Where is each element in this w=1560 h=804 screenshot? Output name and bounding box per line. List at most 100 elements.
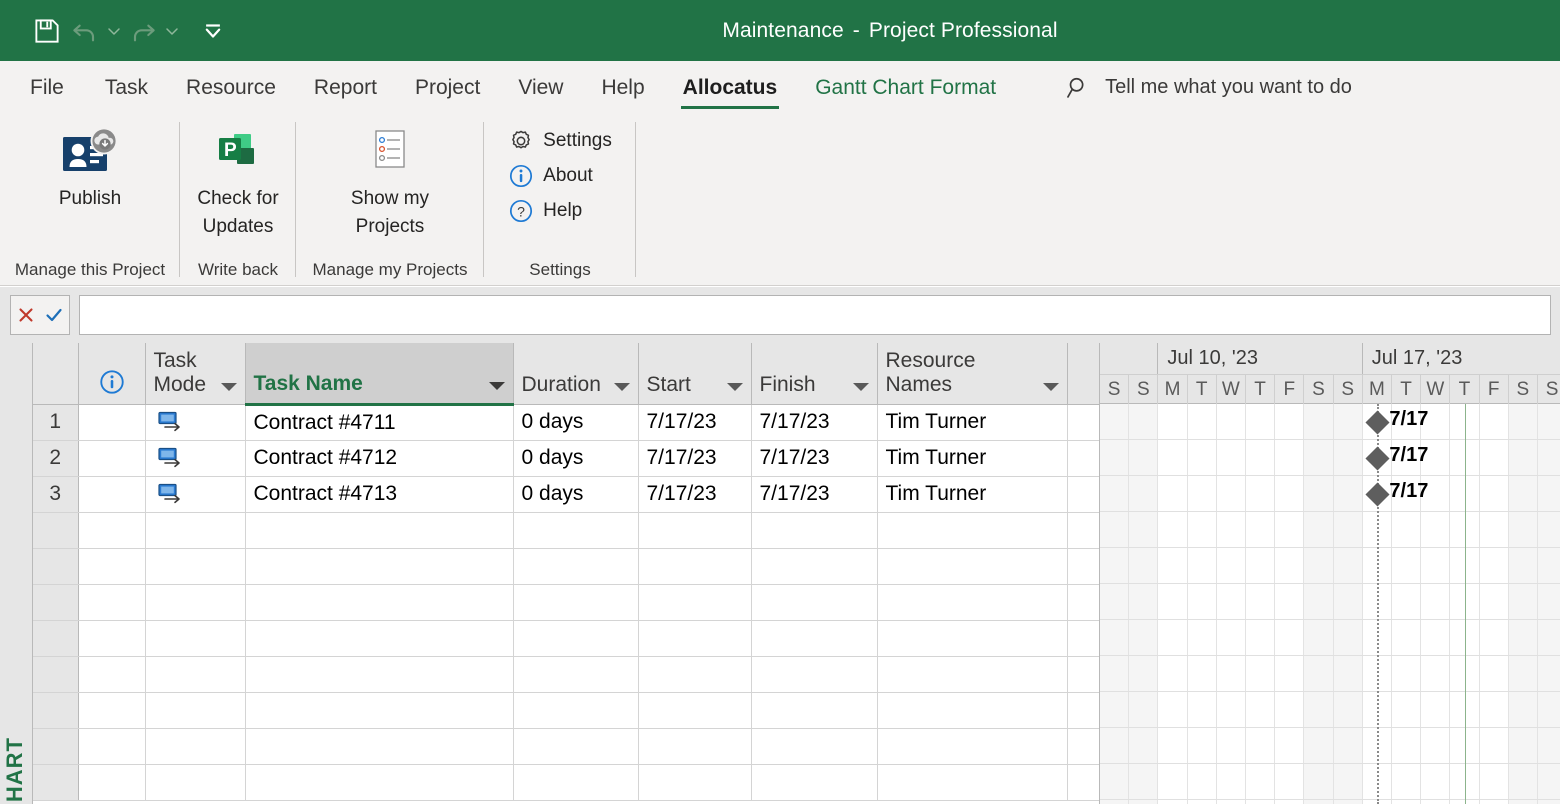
about-button[interactable]: About [500,161,620,191]
column-header-task-mode[interactable]: Task Mode [145,343,246,405]
cell-task-mode[interactable] [145,548,246,585]
cell-resource-names[interactable] [877,512,1068,549]
column-header-finish[interactable]: Finish [751,343,878,405]
cancel-x-icon[interactable] [16,305,36,325]
chevron-down-icon[interactable] [1042,382,1059,391]
cell-resource-names[interactable] [877,620,1068,657]
help-button[interactable]: ? Help [500,196,620,226]
cell-duration[interactable] [513,692,639,729]
column-header-start[interactable]: Start [638,343,752,405]
cell-finish[interactable] [751,584,878,621]
cell-resource-names[interactable]: Tim Turner [877,476,1068,513]
table-row-empty[interactable] [33,656,1099,693]
cell-task-mode[interactable] [145,512,246,549]
cell-duration[interactable] [513,512,639,549]
table-row-empty[interactable] [33,620,1099,657]
cell-info[interactable] [78,728,146,765]
cell-task-name[interactable] [245,764,514,801]
cell-duration[interactable]: 0 days [513,404,639,441]
cell-finish[interactable] [751,620,878,657]
cell-start[interactable] [638,656,752,693]
cell-info[interactable] [78,440,146,477]
cell-duration[interactable]: 0 days [513,476,639,513]
column-header-info[interactable] [78,343,146,405]
cell-duration[interactable]: 0 days [513,440,639,477]
cell-task-mode[interactable] [145,692,246,729]
cell-duration[interactable] [513,656,639,693]
cell-info[interactable] [78,584,146,621]
cell-task-name[interactable] [245,728,514,765]
row-number[interactable] [33,548,79,585]
cell-info[interactable] [78,512,146,549]
table-row-empty[interactable] [33,728,1099,765]
cell-start[interactable]: 7/17/23 [638,440,752,477]
column-header-task-name[interactable]: Task Name [245,343,514,406]
cell-start[interactable] [638,512,752,549]
cell-spacer[interactable] [1067,512,1099,549]
row-number[interactable] [33,512,79,549]
cell-info[interactable] [78,404,146,441]
settings-button[interactable]: Settings [500,126,620,156]
tab-project[interactable]: Project [396,61,499,114]
row-number[interactable] [33,620,79,657]
entry-input[interactable] [79,295,1551,335]
tab-gantt-chart-format[interactable]: Gantt Chart Format [796,61,1015,114]
row-number[interactable] [33,584,79,621]
cell-resource-names[interactable] [877,692,1068,729]
cell-task-mode[interactable] [145,656,246,693]
cell-resource-names[interactable] [877,764,1068,801]
cell-resource-names[interactable] [877,728,1068,765]
tab-help[interactable]: Help [582,61,663,114]
undo-button[interactable] [66,12,104,50]
cell-task-name[interactable] [245,584,514,621]
tab-file[interactable]: File [0,61,86,114]
save-button[interactable] [28,12,66,50]
task-grid[interactable]: Task Mode Task Name Duration Start Finis… [33,343,1099,804]
row-number[interactable] [33,692,79,729]
cell-spacer[interactable] [1067,656,1099,693]
undo-dropdown[interactable] [104,12,124,50]
row-number[interactable]: 3 [33,476,79,513]
redo-dropdown[interactable] [162,12,182,50]
cell-task-mode[interactable] [145,728,246,765]
cell-task-mode[interactable] [145,620,246,657]
cell-duration[interactable] [513,764,639,801]
cell-start[interactable]: 7/17/23 [638,404,752,441]
table-row[interactable]: 2 Contract #4712 0 days 7/17/23 7/17/23 Tim T… [33,440,1099,477]
row-number[interactable] [33,728,79,765]
select-all-corner[interactable] [33,343,79,405]
cell-task-name[interactable] [245,512,514,549]
cell-finish[interactable] [751,764,878,801]
cell-spacer[interactable] [1067,764,1099,801]
cell-task-name[interactable]: Contract #4713 [245,476,514,513]
chevron-down-icon[interactable] [613,382,630,391]
cell-info[interactable] [78,476,146,513]
cell-duration[interactable] [513,728,639,765]
cell-duration[interactable] [513,584,639,621]
cell-task-name[interactable] [245,692,514,729]
cell-spacer[interactable] [1067,728,1099,765]
cell-start[interactable] [638,692,752,729]
gantt-chart-body[interactable]: 7/17 7/17 7/17 [1100,404,1560,804]
table-row-empty[interactable] [33,512,1099,549]
cell-task-name[interactable]: Contract #4711 [245,404,514,441]
tab-view[interactable]: View [499,61,582,114]
column-header-duration[interactable]: Duration [513,343,639,405]
column-header-resource-names[interactable]: Resource Names [877,343,1068,405]
cell-task-name[interactable] [245,620,514,657]
table-row[interactable]: 1 Contract #4711 0 days 7/17/23 7/17/23 Tim T… [33,404,1099,441]
cell-start[interactable] [638,620,752,657]
check-for-updates-button[interactable]: P Check for Updates [180,114,296,240]
cell-finish[interactable] [751,728,878,765]
cell-finish[interactable]: 7/17/23 [751,440,878,477]
cell-info[interactable] [78,620,146,657]
cell-info[interactable] [78,548,146,585]
chevron-down-icon[interactable] [220,382,237,391]
chevron-down-icon[interactable] [852,382,869,391]
cell-info[interactable] [78,764,146,801]
tab-report[interactable]: Report [295,61,396,114]
cell-resource-names[interactable] [877,656,1068,693]
row-number[interactable]: 2 [33,440,79,477]
row-number[interactable] [33,764,79,801]
tell-me-search[interactable]: Tell me what you want to do [1065,74,1352,101]
